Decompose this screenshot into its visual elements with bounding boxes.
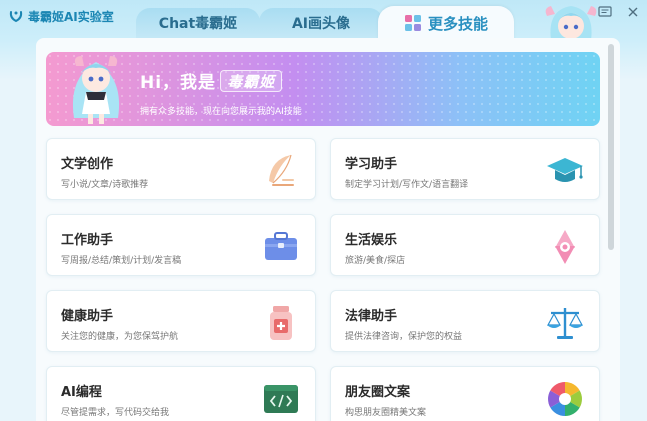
assistant-name-badge: 毒霸姬 xyxy=(220,69,283,92)
tab-more-skills-label: 更多技能 xyxy=(427,14,488,33)
card-desc: 关注您的健康，为您保驾护航 xyxy=(61,332,179,342)
card-title: 学习助手 xyxy=(345,157,398,172)
feedback-icon[interactable] xyxy=(597,4,613,20)
scrollbar[interactable] xyxy=(608,44,614,250)
skill-card-literature[interactable]: 文学创作 写小说/文章/诗歌推荐 xyxy=(46,138,316,200)
card-title: 生活娱乐 xyxy=(345,233,398,248)
skill-card-health[interactable]: 健康助手 关注您的健康，为您保驾护航 xyxy=(46,290,316,352)
tab-chat[interactable]: Chat毒霸姬 xyxy=(136,8,260,38)
banner-subtitle: 拥有众多技能，现在向您展示我的AI技能 xyxy=(140,107,302,117)
close-icon[interactable] xyxy=(625,4,641,20)
banner-greeting: Hi，我是 毒霸姬 xyxy=(140,68,283,93)
card-desc: 构思朋友圈精美文案 xyxy=(345,408,427,418)
feather-quill-icon xyxy=(269,154,294,186)
tab-chat-label: Chat毒霸姬 xyxy=(158,16,238,32)
tab-more-skills[interactable]: 更多技能 xyxy=(378,6,514,40)
skill-card-work[interactable]: 工作助手 写周报/总结/策划/计划/发言稿 xyxy=(46,214,316,276)
medicine-bottle-icon xyxy=(270,306,292,340)
window-controls xyxy=(597,4,641,20)
card-desc: 尽管提需求，写代码交给我 xyxy=(61,408,170,418)
greeting-text: Hi，我是 xyxy=(140,73,217,93)
card-desc: 制定学习计划/写作文/语言翻译 xyxy=(345,180,469,190)
mascot-peek-icon xyxy=(545,6,597,40)
tab-ai-avatar-label: AI画头像 xyxy=(291,16,351,32)
banner-pattern xyxy=(46,52,600,126)
card-desc: 提供法律咨询，保护您的权益 xyxy=(345,332,463,342)
card-title: 朋友圈文案 xyxy=(345,385,411,400)
app-logo-icon xyxy=(9,11,23,23)
welcome-banner: Hi，我是 毒霸姬 拥有众多技能，现在向您展示我的AI技能 xyxy=(46,52,600,126)
card-desc: 写周报/总结/策划/计划/发言稿 xyxy=(61,256,182,266)
skill-card-life[interactable]: 生活娱乐 旅游/美食/探店 xyxy=(330,214,600,276)
graduation-cap-icon xyxy=(547,158,583,182)
card-title: 健康助手 xyxy=(61,309,114,324)
code-terminal-icon xyxy=(264,385,298,413)
card-title: 文学创作 xyxy=(61,157,114,172)
app-title-area: 毒霸姬AI实验室 xyxy=(8,6,114,26)
card-title: 工作助手 xyxy=(61,233,114,248)
balance-scale-icon xyxy=(546,308,584,339)
hexagram-star-icon xyxy=(555,230,575,264)
skill-card-study[interactable]: 学习助手 制定学习计划/写作文/语言翻译 xyxy=(330,138,600,200)
card-desc: 写小说/文章/诗歌推荐 xyxy=(61,180,149,190)
card-title: AI编程 xyxy=(61,385,102,400)
briefcase-icon xyxy=(265,232,297,260)
mascot-girl-icon xyxy=(72,56,120,124)
skill-card-moments-copy[interactable]: 朋友圈文案 构思朋友圈精美文案 xyxy=(330,366,600,421)
card-desc: 旅游/美食/探店 xyxy=(345,256,406,266)
app-title: 毒霸姬AI实验室 xyxy=(28,9,114,24)
skills-panel: Hi，我是 毒霸姬 拥有众多技能，现在向您展示我的AI技能 文学创作 写小说/文… xyxy=(36,38,620,421)
card-title: 法律助手 xyxy=(345,309,398,324)
color-aperture-icon xyxy=(548,382,582,416)
tab-ai-avatar[interactable]: AI画头像 xyxy=(259,8,383,38)
app-window: 毒霸姬AI实验室 Chat毒霸姬 AI画头像 更多技能 Hi，我是 毒霸姬 拥有… xyxy=(0,0,647,421)
skill-card-coding[interactable]: AI编程 尽管提需求，写代码交给我 xyxy=(46,366,316,421)
skill-card-law[interactable]: 法律助手 提供法律咨询，保护您的权益 xyxy=(330,290,600,352)
grid-icon xyxy=(404,15,421,31)
